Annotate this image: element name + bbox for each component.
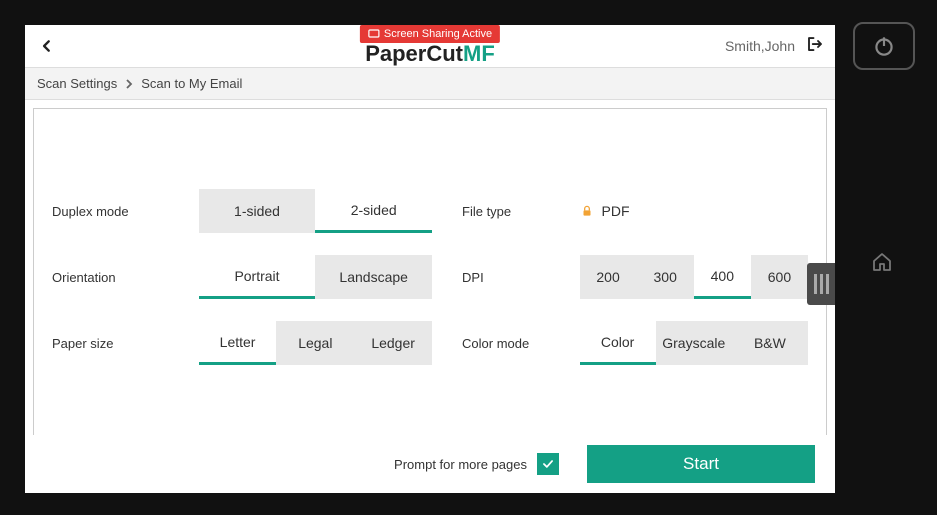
duplex-1sided[interactable]: 1-sided	[199, 189, 316, 233]
duplex-group: 1-sided 2-sided	[199, 189, 432, 233]
screen-icon	[368, 29, 380, 39]
header-right: Smith,John	[725, 35, 825, 58]
color-color[interactable]: Color	[580, 321, 656, 365]
dpi-600[interactable]: 600	[751, 255, 808, 299]
lock-icon	[580, 204, 594, 218]
breadcrumb-root[interactable]: Scan Settings	[37, 76, 117, 91]
footer: Prompt for more pages Start	[25, 435, 835, 493]
color-mode-group: Color Grayscale B&W	[580, 321, 808, 365]
handle-bar-icon	[820, 274, 823, 294]
color-grayscale[interactable]: Grayscale	[656, 321, 732, 365]
back-button[interactable]	[35, 34, 59, 58]
logout-button[interactable]	[805, 35, 825, 58]
color-bw[interactable]: B&W	[732, 321, 808, 365]
home-icon	[870, 250, 894, 274]
filetype-label: File type	[462, 189, 550, 233]
duplex-2sided[interactable]: 2-sided	[315, 189, 432, 233]
prompt-label: Prompt for more pages	[394, 457, 527, 472]
back-chevron-icon	[40, 39, 54, 53]
handle-bar-icon	[826, 274, 829, 294]
side-drawer-handle[interactable]	[807, 263, 835, 305]
prompt-checkbox[interactable]	[537, 453, 559, 475]
logo-main: PaperCut	[365, 41, 463, 66]
left-controls-col: 1-sided 2-sided Portrait Landscape Lette…	[199, 189, 432, 435]
username: Smith,John	[725, 38, 795, 54]
right-controls-col: PDF 200 300 400 600 Color Grayscale B&W	[580, 189, 808, 435]
app-header: Screen Sharing Active PaperCutMF Smith,J…	[25, 25, 835, 68]
app-window: Screen Sharing Active PaperCutMF Smith,J…	[25, 25, 835, 493]
paper-legal[interactable]: Legal	[276, 321, 354, 365]
logout-icon	[805, 35, 825, 53]
right-labels-col: File type DPI Color mode	[462, 189, 550, 435]
breadcrumb: Scan Settings Scan to My Email	[25, 68, 835, 100]
settings-panel: Duplex mode Orientation Paper size 1-sid…	[33, 108, 827, 435]
power-button[interactable]	[853, 22, 915, 70]
paper-size-group: Letter Legal Ledger	[199, 321, 432, 365]
orientation-portrait[interactable]: Portrait	[199, 255, 316, 299]
dpi-group: 200 300 400 600	[580, 255, 808, 299]
logo: PaperCutMF	[365, 43, 495, 65]
paper-letter[interactable]: Letter	[199, 321, 277, 365]
dpi-200[interactable]: 200	[580, 255, 637, 299]
home-button[interactable]	[867, 247, 897, 277]
prompt-more-pages: Prompt for more pages	[394, 453, 559, 475]
dpi-300[interactable]: 300	[637, 255, 694, 299]
orientation-group: Portrait Landscape	[199, 255, 432, 299]
handle-bar-icon	[814, 274, 817, 294]
orientation-label: Orientation	[52, 255, 169, 299]
dpi-400[interactable]: 400	[694, 255, 751, 299]
screen-sharing-text: Screen Sharing Active	[384, 28, 492, 40]
breadcrumb-current: Scan to My Email	[141, 76, 242, 91]
chevron-right-icon	[125, 79, 133, 89]
filetype-value: PDF	[602, 203, 630, 219]
paper-size-label: Paper size	[52, 321, 169, 365]
main-area: Duplex mode Orientation Paper size 1-sid…	[25, 100, 835, 435]
left-labels-col: Duplex mode Orientation Paper size	[52, 189, 169, 435]
check-icon	[541, 457, 555, 471]
color-mode-label: Color mode	[462, 321, 550, 365]
dpi-label: DPI	[462, 255, 550, 299]
duplex-label: Duplex mode	[52, 189, 169, 233]
filetype-value-row: PDF	[580, 189, 808, 233]
start-button[interactable]: Start	[587, 445, 815, 483]
power-icon	[871, 33, 897, 59]
paper-ledger[interactable]: Ledger	[354, 321, 432, 365]
screen-sharing-badge: Screen Sharing Active	[360, 25, 500, 43]
logo-suffix: MF	[463, 41, 495, 66]
logo-area: Screen Sharing Active PaperCutMF	[360, 27, 500, 65]
orientation-landscape[interactable]: Landscape	[315, 255, 432, 299]
